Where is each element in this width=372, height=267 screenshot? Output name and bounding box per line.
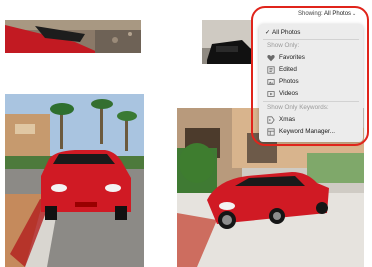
photo-thumb-top-right[interactable] bbox=[202, 20, 252, 64]
photo-thumb-bottom-left[interactable] bbox=[5, 94, 144, 267]
photo-thumb-top-left[interactable] bbox=[5, 20, 141, 53]
highlight-outline bbox=[251, 6, 369, 146]
